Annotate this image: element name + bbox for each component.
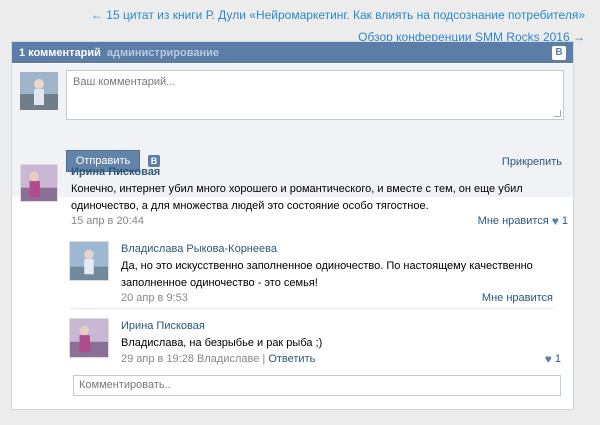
resize-handle-icon[interactable]	[554, 110, 561, 117]
like-label: Мне нравится	[477, 215, 549, 227]
comment: Ирина Писковая Конечно, интернет убил мн…	[20, 164, 568, 228]
vk-logo-icon[interactable]: B	[552, 45, 566, 60]
like-count: 1	[554, 353, 561, 365]
like-button[interactable]: ♥ 1	[544, 351, 561, 366]
comment-text: Конечно, интернет убил много хорошего и …	[71, 183, 523, 212]
like-button[interactable]: Мне нравится ♥ 1	[477, 213, 568, 228]
author-name[interactable]: Ирина Писковая	[71, 166, 160, 178]
separator: |	[262, 353, 266, 365]
like-button[interactable]: Мне нравится	[482, 292, 553, 304]
comment-text: Да, но это искусственно заполненное один…	[121, 260, 533, 289]
comment-placeholder: Ваш комментарий...	[73, 76, 176, 88]
reply-link[interactable]: Ответить	[268, 353, 315, 365]
author-avatar[interactable]	[69, 318, 109, 358]
like-count: 1	[561, 215, 568, 227]
divider	[69, 308, 553, 309]
author-avatar[interactable]	[20, 164, 58, 202]
post-navigation: ← 15 цитат из книги Р. Дули «Нейромаркет…	[91, 6, 585, 46]
comment-text: Владислава, на безрыбье и рак рыба ;)	[121, 337, 323, 349]
like-label: Мне нравится	[481, 292, 553, 304]
comment-date: 29 апр в 19:28 Владиславе | Ответить	[121, 353, 315, 365]
comment-date[interactable]: 15 апр в 20:44	[71, 215, 144, 227]
author-avatar[interactable]	[69, 241, 109, 281]
author-name[interactable]: Ирина Писковая	[121, 320, 205, 332]
heart-icon: ♥	[551, 213, 559, 228]
widget-header: 1 комментарий администрирование B	[12, 42, 573, 63]
reply-comment: Ирина Писковая Владислава, на безрыбье и…	[69, 318, 561, 368]
admin-link[interactable]: администрирование	[107, 47, 219, 59]
prev-post-link[interactable]: ← 15 цитат из книги Р. Дули «Нейромаркет…	[91, 6, 585, 24]
date-and-recipient[interactable]: 29 апр в 19:28 Владиславе	[121, 353, 259, 365]
author-name[interactable]: Владислава Рыкова-Корнеева	[121, 243, 277, 255]
comment-date[interactable]: 20 апр в 9:53	[121, 292, 188, 304]
comments-widget: 1 комментарий администрирование B Ваш ко…	[11, 41, 574, 410]
reply-comment: Владислава Рыкова-Корнеева Да, но это ис…	[69, 241, 553, 304]
user-avatar[interactable]	[20, 72, 58, 110]
heart-icon: ♥	[544, 351, 552, 366]
reply-input[interactable]: Комментировать..	[73, 375, 561, 396]
comment-input[interactable]: Ваш комментарий...	[66, 70, 564, 120]
reply-placeholder: Комментировать..	[79, 379, 171, 391]
comment-count[interactable]: 1 комментарий	[19, 47, 101, 59]
